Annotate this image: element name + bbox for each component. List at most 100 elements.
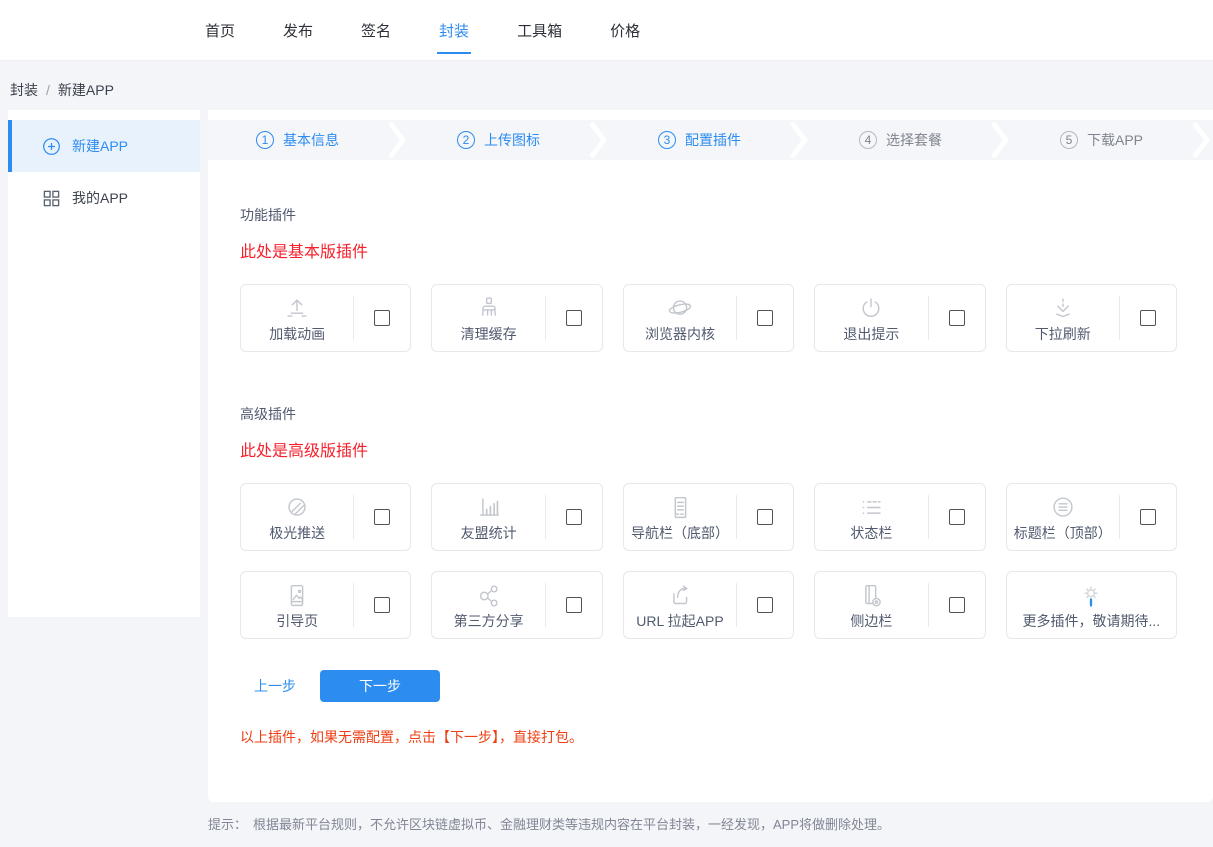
nav-item-sign[interactable]: 签名 [361, 20, 391, 41]
step-basic-info: 1 基本信息 [208, 120, 387, 160]
sidebar: 新建APP 我的APP [8, 110, 200, 617]
plugin-card-browser-kernel[interactable]: 浏览器内核 [623, 284, 794, 352]
packaging-note: 以上插件，如果无需配置，点击【下一步】，直接打包。 [240, 727, 1177, 747]
plugin-card-clear-cache[interactable]: 清理缓存 [431, 284, 602, 352]
prev-step-link[interactable]: 上一步 [254, 676, 296, 696]
plugin-label: 导航栏（底部） [631, 525, 729, 541]
pull-refresh-icon [1048, 294, 1078, 324]
plugin-label: 下拉刷新 [1035, 326, 1091, 342]
plugin-checkbox[interactable] [374, 509, 390, 525]
plugin-checkbox[interactable] [1140, 310, 1156, 326]
plugin-checkbox[interactable] [566, 509, 582, 525]
plugin-checkbox[interactable] [949, 597, 965, 613]
plugin-card-exit-prompt[interactable]: 退出提示 [814, 284, 985, 352]
step-label: 下载APP [1087, 130, 1143, 150]
plugin-checkbox[interactable] [949, 310, 965, 326]
breadcrumb: 封装 / 新建APP [0, 61, 1213, 110]
image-icon [282, 581, 312, 611]
plugin-card-loading-animation[interactable]: 加载动画 [240, 284, 411, 352]
chevron-right-icon [990, 120, 1012, 160]
plugin-checkbox[interactable] [566, 310, 582, 326]
sidebar-item-label: 新建APP [72, 136, 128, 156]
plugin-checkbox[interactable] [374, 597, 390, 613]
doc-list-icon [665, 493, 695, 523]
advanced-section-hint: 此处是高级版插件 [240, 437, 1177, 461]
plugin-card-umeng-stats[interactable]: 友盟统计 [431, 483, 602, 551]
step-choose-plan: 4 选择套餐 [811, 120, 990, 160]
phone-gear-icon [856, 581, 886, 611]
plugin-checkbox[interactable] [949, 509, 965, 525]
step-label: 上传图标 [484, 130, 540, 150]
bar-chart-icon [474, 493, 504, 523]
plugin-checkbox[interactable] [374, 310, 390, 326]
plugin-card-more-coming-soon[interactable]: 更多插件，敬请期待... [1006, 571, 1177, 639]
step-number: 2 [457, 131, 475, 149]
plugin-label: 友盟统计 [461, 525, 517, 541]
plugin-checkbox[interactable] [757, 597, 773, 613]
plugin-checkbox[interactable] [757, 509, 773, 525]
plugin-card-guide-page[interactable]: 引导页 [240, 571, 411, 639]
plugin-card-jpush[interactable]: 极光推送 [240, 483, 411, 551]
chevron-right-icon [1191, 120, 1213, 160]
plugin-label: 清理缓存 [461, 326, 517, 342]
power-icon [856, 294, 886, 324]
sidebar-item-my-apps[interactable]: 我的APP [8, 172, 200, 224]
step-configure-plugins: 3 配置插件 [610, 120, 789, 160]
plugin-card-pull-refresh[interactable]: 下拉刷新 [1006, 284, 1177, 352]
plugin-label: 侧边栏 [850, 613, 892, 629]
step-wizard: 1 基本信息 2 上传图标 3 配置插件 4 选择套餐 5 下载APP [208, 120, 1213, 160]
nav-item-package[interactable]: 封装 [439, 20, 469, 41]
plugin-card-url-launch-app[interactable]: URL 拉起APP [623, 571, 794, 639]
plugin-card-side-bar[interactable]: 侧边栏 [814, 571, 985, 639]
step-download-app: 5 下载APP [1012, 120, 1191, 160]
step-number: 4 [859, 131, 877, 149]
globe-icon [665, 294, 695, 324]
upload-icon [282, 294, 312, 324]
plugin-label: URL 拉起APP [636, 613, 723, 629]
gear-spark-icon [1076, 582, 1106, 612]
breadcrumb-separator: / [46, 82, 50, 98]
grid-icon [42, 189, 61, 208]
step-number: 3 [658, 131, 676, 149]
chevron-right-icon [789, 120, 811, 160]
url-launch-icon [665, 581, 695, 611]
plugin-label: 浏览器内核 [645, 326, 715, 342]
list-icon [856, 493, 886, 523]
nav-item-pricing[interactable]: 价格 [610, 20, 640, 41]
plugin-checkbox[interactable] [757, 310, 773, 326]
share-icon [474, 581, 504, 611]
plugin-checkbox[interactable] [1140, 509, 1156, 525]
nav-item-toolbox[interactable]: 工具箱 [517, 20, 562, 41]
plugin-label: 极光推送 [269, 525, 325, 541]
nav-item-home[interactable]: 首页 [205, 20, 235, 41]
basic-section-title: 功能插件 [240, 205, 1177, 225]
chevron-right-icon [588, 120, 610, 160]
breadcrumb-section[interactable]: 封装 [10, 82, 38, 98]
brush-icon [474, 294, 504, 324]
step-label: 选择套餐 [886, 130, 942, 150]
plugin-label: 标题栏（顶部） [1014, 525, 1112, 541]
plugin-label: 更多插件，敬请期待... [1022, 613, 1160, 629]
plugin-card-title-bar-top[interactable]: 标题栏（顶部） [1006, 483, 1177, 551]
plugin-card-status-bar[interactable]: 状态栏 [814, 483, 985, 551]
nav-item-publish[interactable]: 发布 [283, 20, 313, 41]
plugin-label: 引导页 [276, 613, 318, 629]
step-number: 5 [1060, 131, 1078, 149]
next-step-button[interactable]: 下一步 [320, 670, 440, 702]
plugin-checkbox[interactable] [566, 597, 582, 613]
step-upload-icon: 2 上传图标 [409, 120, 588, 160]
plugin-card-nav-bar-bottom[interactable]: 导航栏（底部） [623, 483, 794, 551]
circled-list-icon [1048, 493, 1078, 523]
circle-plus-icon [42, 137, 61, 156]
breadcrumb-current: 新建APP [58, 82, 114, 98]
step-label: 基本信息 [283, 130, 339, 150]
sidebar-item-new-app[interactable]: 新建APP [8, 120, 200, 172]
plugin-label: 加载动画 [269, 326, 325, 342]
basic-section-hint: 此处是基本版插件 [240, 238, 1177, 262]
footer-tip-text: 根据最新平台规则，不允许区块链虚拟币、金融理财类等违规内容在平台封装，一经发现，… [253, 817, 890, 832]
basic-plugin-grid: 加载动画 清理缓存 [240, 284, 1177, 352]
plugin-label: 退出提示 [843, 326, 899, 342]
sidebar-item-label: 我的APP [72, 188, 128, 208]
plugin-card-third-party-share[interactable]: 第三方分享 [431, 571, 602, 639]
wizard-actions: 上一步 下一步 [240, 670, 1177, 702]
